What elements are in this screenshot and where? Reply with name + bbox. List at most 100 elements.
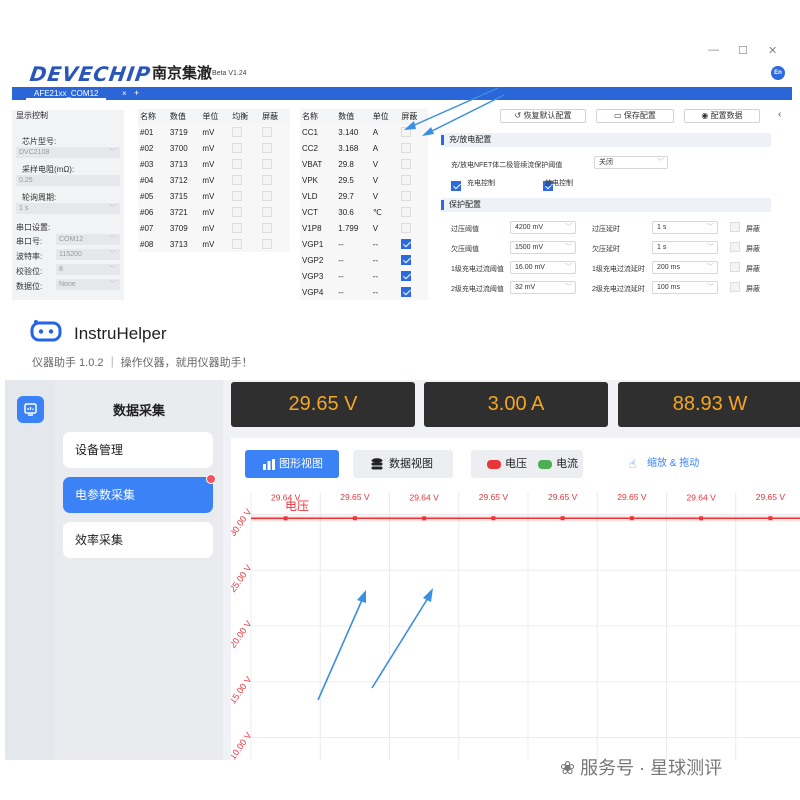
mask-checkbox[interactable]	[401, 271, 412, 281]
graph-view-button[interactable]: 图形视图	[245, 450, 339, 478]
balance-checkbox[interactable]	[232, 191, 243, 201]
mask-checkbox[interactable]	[401, 175, 412, 185]
protect-mask-checkbox[interactable]	[730, 262, 740, 272]
sample-res-input[interactable]: 0.25	[16, 175, 120, 186]
mask-checkbox[interactable]	[262, 159, 273, 169]
y-tick-label: 10.00 V	[231, 730, 254, 760]
mask-cell	[399, 236, 428, 252]
maximize-button[interactable]: ☐	[738, 44, 748, 57]
data-label: 29.65 V	[617, 492, 647, 502]
data-point	[699, 516, 704, 521]
mask-checkbox[interactable]	[262, 191, 273, 201]
protect-mask-checkbox[interactable]	[730, 282, 740, 292]
balance-checkbox[interactable]	[232, 239, 243, 249]
chevron-down-icon: ﹀	[707, 224, 714, 231]
protect-mask-checkbox[interactable]	[730, 242, 740, 252]
mask-cell	[260, 156, 290, 172]
mask-checkbox[interactable]	[262, 207, 273, 217]
mask-checkbox[interactable]	[401, 239, 412, 249]
baud-label: 波特率:	[16, 252, 43, 261]
instruhelper-window: InstruHelper 仪器助手 1.0.2 ｜ 操作仪器，就用仪器助手！ 数…	[0, 300, 800, 800]
balance-checkbox[interactable]	[232, 207, 243, 217]
baud-select[interactable]: 115200 ﹀	[56, 249, 120, 260]
nav-item-device-management[interactable]: 设备管理	[63, 432, 213, 468]
port-select[interactable]: COM12 ﹀	[56, 234, 120, 245]
column-header: 数值	[167, 109, 201, 124]
nfet-select[interactable]: 关闭 ﹀	[594, 156, 668, 169]
data-point	[422, 516, 427, 521]
mask-cell	[260, 204, 290, 220]
notification-dot	[206, 474, 216, 484]
nav-item-efficiency-acquisition[interactable]: 效率采集	[63, 522, 213, 558]
mask-checkbox[interactable]	[401, 191, 412, 201]
chip-model-select[interactable]: DVC2108 ﹀	[16, 147, 120, 158]
mask-checkbox[interactable]	[262, 223, 273, 233]
charge-control-checkbox[interactable]	[451, 180, 461, 191]
mask-cell	[399, 252, 428, 268]
protect-label: 1级充电过流阈值	[451, 266, 504, 273]
save-config-button[interactable]: ▭ 保存配置	[596, 109, 674, 123]
icon-rail	[5, 380, 55, 760]
protect-threshold-input[interactable]: 1500 mV ﹀	[510, 241, 576, 254]
data-point	[560, 516, 565, 521]
mask-checkbox[interactable]	[401, 223, 412, 233]
chevron-down-icon: ﹀	[657, 159, 664, 166]
mask-checkbox[interactable]	[262, 127, 273, 137]
protect-threshold-input[interactable]: 4200 mV ﹀	[510, 221, 576, 234]
databits-select[interactable]: None ﹀	[56, 279, 120, 290]
legend-voltage[interactable]: 电压	[487, 458, 527, 470]
data-view-button[interactable]: 数据视图	[353, 450, 453, 478]
close-window-button[interactable]: ✕	[768, 44, 777, 57]
data-acquisition-rail-button[interactable]	[17, 396, 44, 423]
mask-checkbox[interactable]	[401, 207, 412, 217]
language-badge[interactable]: En	[771, 66, 785, 80]
chevron-down-icon: ﹀	[109, 266, 116, 273]
meas-name: VGP2	[300, 252, 337, 268]
cell-name: #03	[138, 156, 168, 172]
mask-checkbox[interactable]	[262, 143, 273, 153]
minimize-button[interactable]: —	[708, 44, 719, 56]
config-data-button[interactable]: ◉ 配置数据	[684, 109, 760, 123]
tab-close-icon[interactable]: ×	[122, 87, 127, 100]
restore-default-button[interactable]: ↺ 恢复默认配置	[500, 109, 586, 123]
legend-toggle[interactable]: 电压 电流	[471, 450, 583, 478]
mask-checkbox[interactable]	[262, 175, 273, 185]
protect-threshold-input[interactable]: 32 mV ﹀	[510, 281, 576, 294]
discharge-control-label: 放电控制	[545, 180, 573, 187]
poll-period-select[interactable]: 1 s ﹀	[16, 203, 120, 214]
mask-checkbox[interactable]	[401, 159, 412, 169]
protect-delay-select[interactable]: 1 s ﹀	[652, 221, 718, 234]
mask-checkbox[interactable]	[401, 255, 412, 265]
tab-afe21xx[interactable]: AFE21xx_COM12	[26, 87, 107, 100]
zoom-drag-button[interactable]: ☝ 缩放 & 拖动	[629, 450, 719, 478]
mask-cell	[399, 172, 428, 188]
charge-control-label: 充电控制	[467, 180, 495, 187]
balance-checkbox[interactable]	[232, 175, 243, 185]
cell-value: 3713	[167, 236, 201, 252]
balance-checkbox[interactable]	[232, 127, 243, 137]
protect-delay-select[interactable]: 100 ms ﹀	[652, 281, 718, 294]
balance-checkbox[interactable]	[232, 159, 243, 169]
balance-checkbox[interactable]	[232, 223, 243, 233]
mask-checkbox[interactable]	[401, 287, 412, 297]
protect-mask-checkbox[interactable]	[730, 222, 740, 232]
meas-value: --	[336, 284, 371, 300]
column-header: 屏蔽	[260, 109, 290, 124]
data-label: 29.65 V	[340, 492, 370, 502]
mask-checkbox[interactable]	[262, 239, 273, 249]
protect-threshold-input[interactable]: 16.00 mV ﹀	[510, 261, 576, 274]
protect-config-section: 保护配置	[441, 198, 771, 212]
protect-delay-select[interactable]: 200 ms ﹀	[652, 261, 718, 274]
tab-add-icon[interactable]: +	[134, 87, 139, 100]
dvc-app-window: DEVECHIP 南京集澈 Beta V1.24 — ☐ ✕ En AFE21x…	[0, 40, 800, 300]
table-row: VGP1 -- --	[300, 236, 428, 252]
balance-checkbox[interactable]	[232, 143, 243, 153]
collapse-chevron-icon[interactable]: ‹	[778, 109, 781, 120]
parity-select[interactable]: 8 ﹀	[56, 264, 120, 275]
cell-name: #04	[138, 172, 168, 188]
y-tick-label: 15.00 V	[231, 675, 254, 706]
legend-current[interactable]: 电流	[538, 458, 578, 470]
meas-name: VPK	[300, 172, 337, 188]
nav-item-electrical-acquisition[interactable]: 电参数采集	[63, 474, 216, 513]
protect-delay-select[interactable]: 1 s ﹀	[652, 241, 718, 254]
